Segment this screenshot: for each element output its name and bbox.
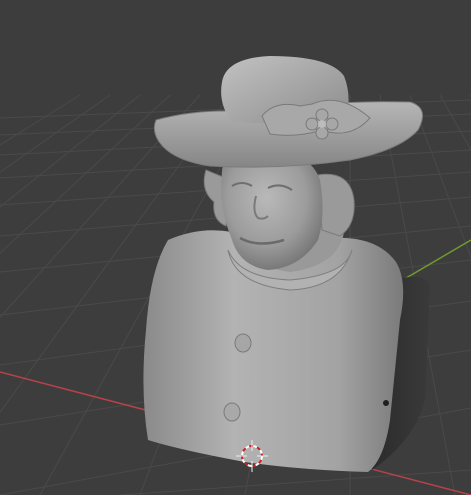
side-hole: [383, 400, 389, 406]
3d-viewport[interactable]: [0, 0, 471, 495]
viewport-canvas[interactable]: [0, 0, 471, 495]
bust-model[interactable]: [143, 56, 430, 472]
coat-button: [223, 402, 241, 422]
coat-button: [234, 333, 252, 353]
